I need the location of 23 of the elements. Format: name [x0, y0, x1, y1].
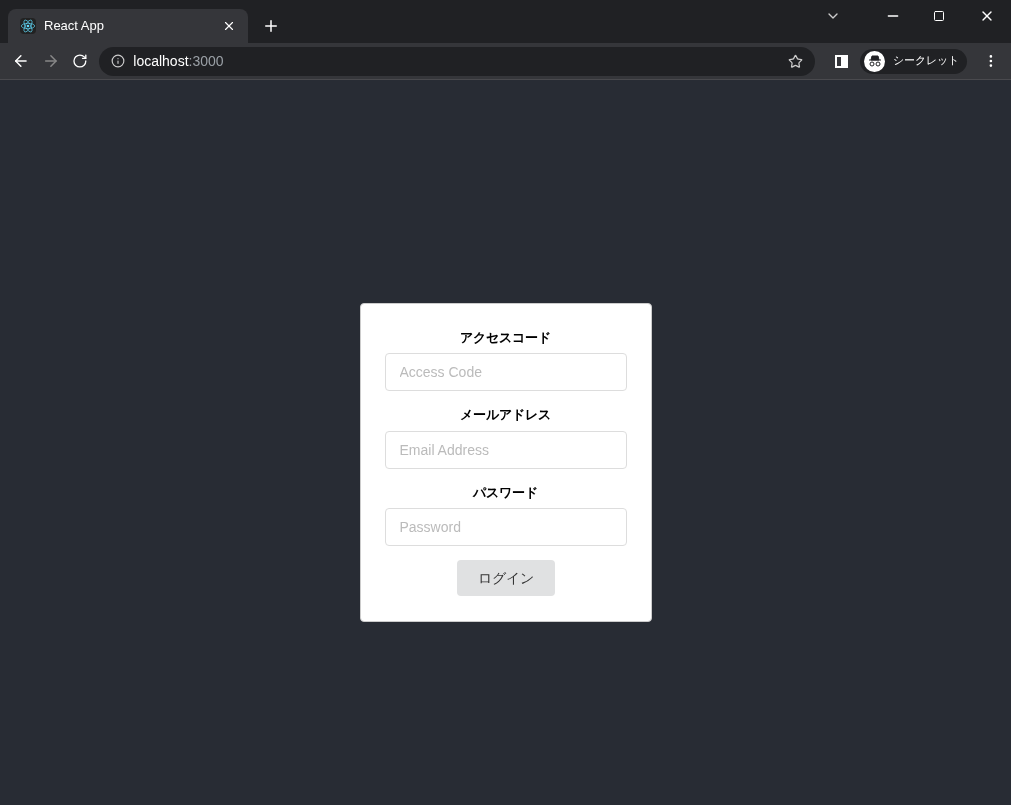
input-field[interactable]: Password: [384, 508, 627, 547]
new-tab-icon[interactable]: [262, 17, 280, 35]
bookmark-star-icon[interactable]: [788, 53, 804, 69]
incognito-profile-button[interactable]: シークレット: [860, 48, 968, 74]
url-text: localhost:3000: [133, 51, 225, 71]
input-field[interactable]: Access Code: [384, 353, 627, 392]
close-tab-icon[interactable]: [222, 19, 236, 33]
back-icon[interactable]: [12, 52, 30, 70]
browser-tab[interactable]: React App: [8, 9, 248, 43]
reload-icon[interactable]: [71, 53, 88, 69]
field-label: メールアドレス: [460, 406, 551, 425]
info-icon: [111, 54, 126, 68]
address-bar[interactable]: localhost:3000: [99, 46, 816, 76]
profile-label: シークレット: [893, 52, 960, 69]
field-label: アクセスコード: [460, 328, 551, 347]
atom-logo-icon: [20, 18, 36, 34]
incognito-icon: [864, 50, 886, 72]
tab-title: React App: [44, 17, 105, 36]
field-label: パスワード: [473, 483, 538, 502]
input-field[interactable]: Email Address: [384, 430, 627, 469]
login-button[interactable]: ログイン: [456, 560, 555, 597]
maximize-icon[interactable]: [933, 10, 945, 22]
side-panel-icon[interactable]: [835, 54, 849, 68]
